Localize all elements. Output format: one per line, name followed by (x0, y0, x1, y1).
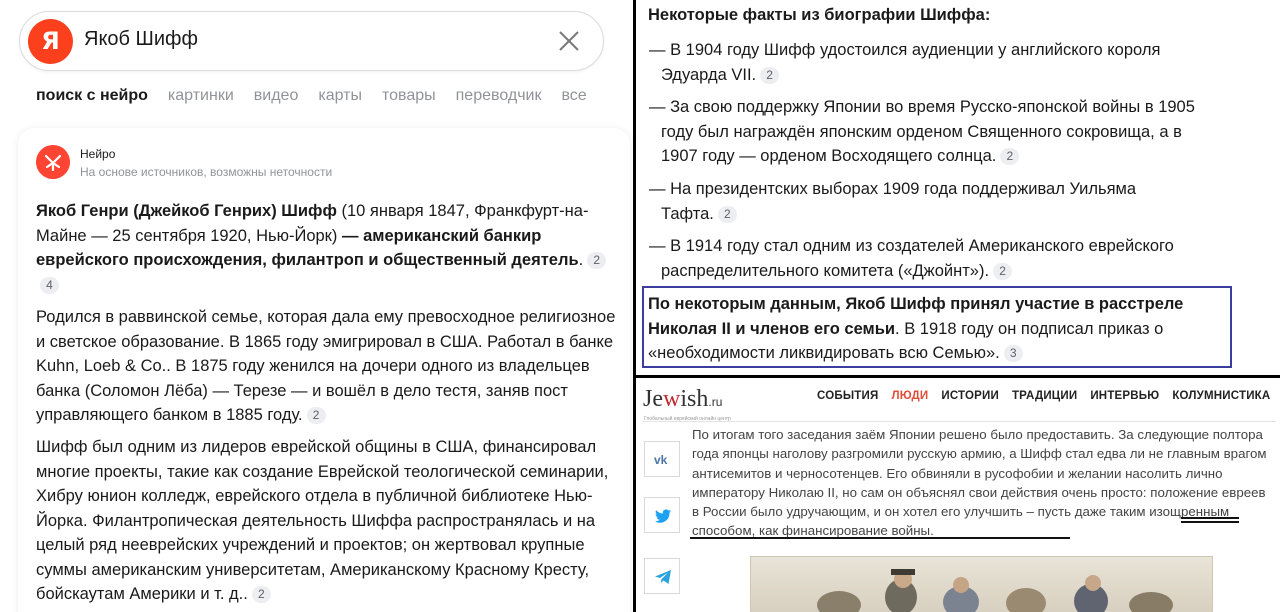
illustration-figures (817, 569, 1173, 612)
nav-item-events[interactable]: СОБЫТИЯ (817, 390, 878, 402)
source-ref-badge[interactable]: 2 (993, 262, 1013, 280)
answer-paragraph: Родился в раввинской семье, которая дала… (36, 308, 616, 424)
source-ref-badge[interactable]: 2 (251, 586, 271, 603)
source-ref-badge[interactable]: 4 (40, 276, 59, 294)
twitter-icon (655, 509, 671, 523)
search-box[interactable]: Я Якоб Шифф (19, 11, 604, 71)
underline-mark (690, 537, 1070, 539)
search-input[interactable]: Якоб Шифф (84, 28, 198, 51)
neuro-answer-card: Нейро На основе источников, возможны нет… (18, 128, 630, 612)
tab-neuro[interactable]: поиск с нейро (36, 87, 148, 105)
article-illustration (750, 556, 1213, 612)
source-ref-badge[interactable]: 2 (1000, 148, 1020, 165)
fact-item: — В 1904 году Шифф удостоился аудиенции … (649, 41, 1161, 84)
tab-products[interactable]: товары (382, 87, 436, 105)
nav-item-stories[interactable]: ИСТОРИИ (941, 390, 999, 402)
jewish-ru-panel: Jewish.ru Глобальный еврейский онлайн це… (636, 378, 1280, 612)
facts-panel: Некоторые факты из биографии Шиффа: — В … (636, 0, 1280, 375)
highlight-text: По некоторым данным, Якоб Шифф принял уч… (648, 295, 1184, 362)
neuro-title: Нейро (80, 147, 116, 161)
nav-item-columns[interactable]: КОЛУМНИСТИКА (1172, 390, 1270, 402)
telegram-icon (655, 570, 671, 584)
nav-item-traditions[interactable]: ТРАДИЦИИ (1012, 390, 1077, 402)
share-twitter-button[interactable] (644, 497, 680, 533)
search-tabs: поиск с нейро картинки видео карты товар… (36, 87, 587, 105)
underline-mark (1181, 521, 1239, 523)
fact-item: — На президентских выборах 1909 года под… (649, 180, 1137, 223)
svg-text:vk: vk (654, 453, 668, 467)
article-text: По итогам того заседания заём Японии реш… (692, 427, 1267, 539)
source-ref-badge[interactable]: 2 (587, 252, 607, 269)
answer-paragraph: Якоб Генри (Джейкоб Генрих) Шифф (10 янв… (36, 199, 626, 297)
close-icon[interactable] (557, 29, 581, 53)
tab-all[interactable]: все (561, 87, 586, 105)
tab-maps[interactable]: карты (318, 87, 362, 105)
source-ref-badge[interactable]: 2 (760, 66, 780, 84)
vk-icon: vk (654, 453, 668, 467)
tab-translator[interactable]: переводчик (456, 87, 542, 105)
nav-item-people[interactable]: ЛЮДИ (891, 390, 928, 402)
answer-paragraph: Шифф был одним из лидеров еврейской общи… (36, 438, 609, 603)
fact-item: — В 1914 году стал одним из создателей А… (649, 237, 1174, 280)
tab-images[interactable]: картинки (168, 87, 234, 105)
answer-bold: Якоб Генри (Джейкоб Генрих) Шифф (36, 202, 337, 220)
site-nav: СОБЫТИЯ ЛЮДИ ИСТОРИИ ТРАДИЦИИ ИНТЕРВЬЮ К… (817, 390, 1270, 402)
header-separator (642, 421, 1276, 422)
nav-item-interview[interactable]: ИНТЕРВЬЮ (1090, 390, 1159, 402)
jewish-ru-logo[interactable]: Jewish.ru (643, 386, 722, 413)
yandex-logo[interactable]: Я (28, 19, 73, 64)
source-ref-badge[interactable]: 2 (306, 407, 326, 424)
underline-mark (1181, 517, 1239, 519)
facts-heading: Некоторые факты из биографии Шиффа: (648, 6, 991, 24)
neuro-subtitle: На основе источников, возможны неточност… (80, 165, 333, 179)
source-ref-badge[interactable]: 2 (717, 205, 737, 223)
fact-item: — За свою поддержку Японии во время Русс… (649, 98, 1195, 165)
tab-video[interactable]: видео (254, 87, 299, 105)
yandex-panel: Я Якоб Шифф поиск с нейро картинки видео… (0, 0, 633, 612)
source-ref-badge[interactable]: 3 (1003, 345, 1023, 362)
share-telegram-button[interactable] (644, 558, 680, 594)
neuro-logo-icon (36, 145, 70, 179)
highlight-box: По некоторым данным, Якоб Шифф принял уч… (642, 286, 1232, 368)
share-vk-button[interactable]: vk (644, 441, 680, 477)
